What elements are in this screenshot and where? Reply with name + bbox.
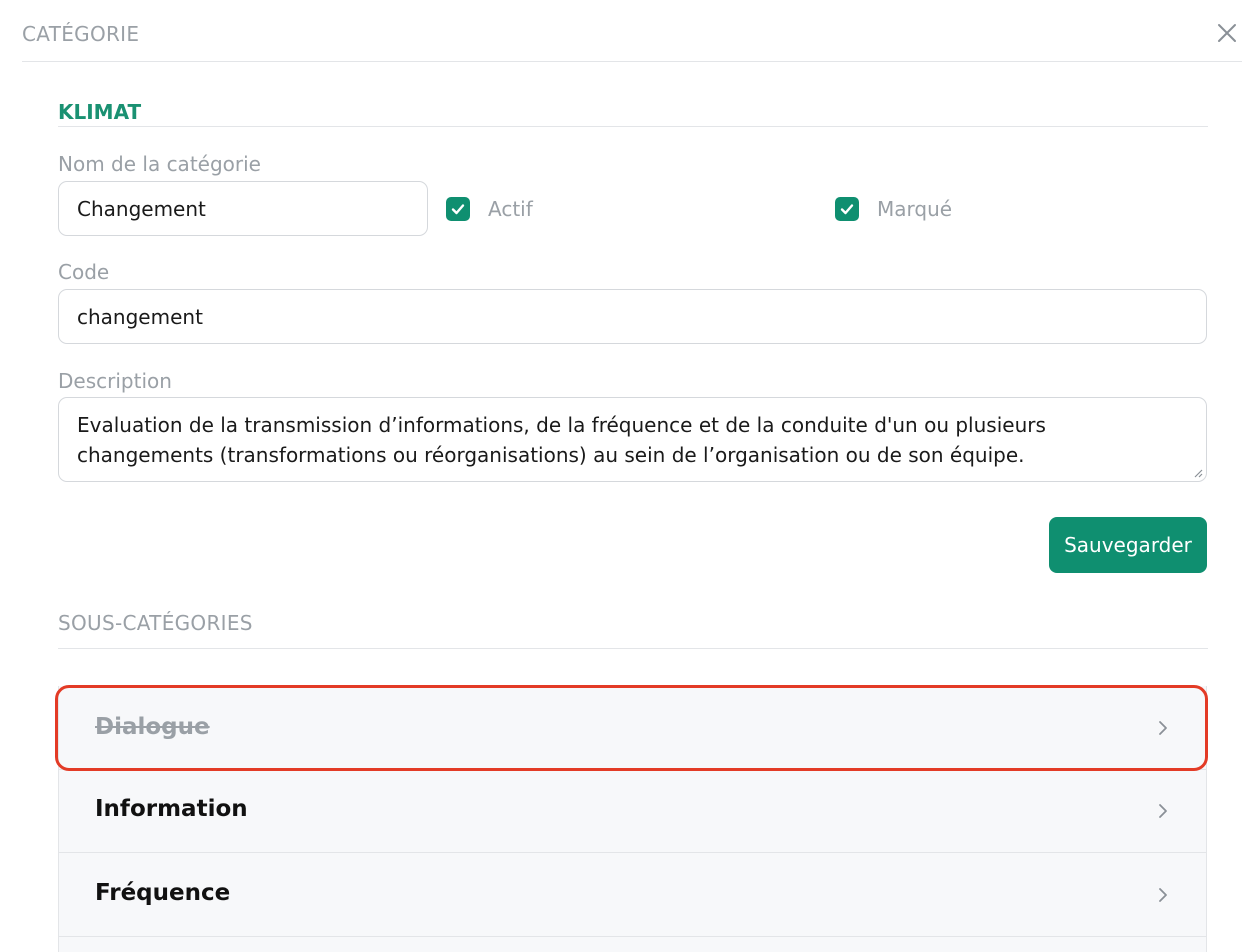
active-label: Actif [488,197,533,221]
category-name-input[interactable] [58,181,428,236]
close-button[interactable] [1214,20,1240,46]
checkmark-icon [451,204,465,215]
close-icon [1218,24,1236,42]
code-input[interactable] [58,289,1207,344]
subcategory-label: Fréquence [95,880,231,906]
resize-grip-icon[interactable] [1193,468,1203,478]
marked-checkbox[interactable]: Marqué [835,196,952,222]
subcategory-label: Information [95,796,248,822]
subcategories-title: SOUS-CATÉGORIES [58,611,253,635]
subcategory-row-dialogue[interactable]: Dialogue [59,686,1206,770]
description-textarea[interactable]: Evaluation de la transmission d’informat… [58,397,1207,482]
dialog-header: CATÉGORIE [22,0,1242,62]
marked-checkbox-box[interactable] [835,197,859,221]
subcategory-row-frequence[interactable]: Fréquence [59,853,1206,937]
subcategory-label: Dialogue [95,714,210,740]
save-button[interactable]: Sauvegarder [1049,517,1207,573]
marked-label: Marqué [877,197,953,221]
category-section-title: KLIMAT [58,100,142,124]
name-label: Nom de la catégorie [58,152,261,176]
subcategory-list: Dialogue Information Fréquence [58,686,1207,952]
code-label: Code [58,260,110,284]
description-label: Description [58,369,172,393]
description-text: Evaluation de la transmission d’informat… [77,413,1046,467]
chevron-right-icon [1156,885,1170,905]
chevron-right-icon [1156,801,1170,821]
active-checkbox-box[interactable] [446,197,470,221]
subcategory-row-partial[interactable] [59,937,1206,952]
checkmark-icon [840,204,854,215]
active-checkbox[interactable]: Actif [446,196,533,222]
dialog-title: CATÉGORIE [22,22,140,46]
chevron-right-icon [1156,718,1170,738]
section-divider [58,126,1208,127]
subcategories-divider [58,648,1208,649]
subcategory-row-information[interactable]: Information [59,770,1206,853]
